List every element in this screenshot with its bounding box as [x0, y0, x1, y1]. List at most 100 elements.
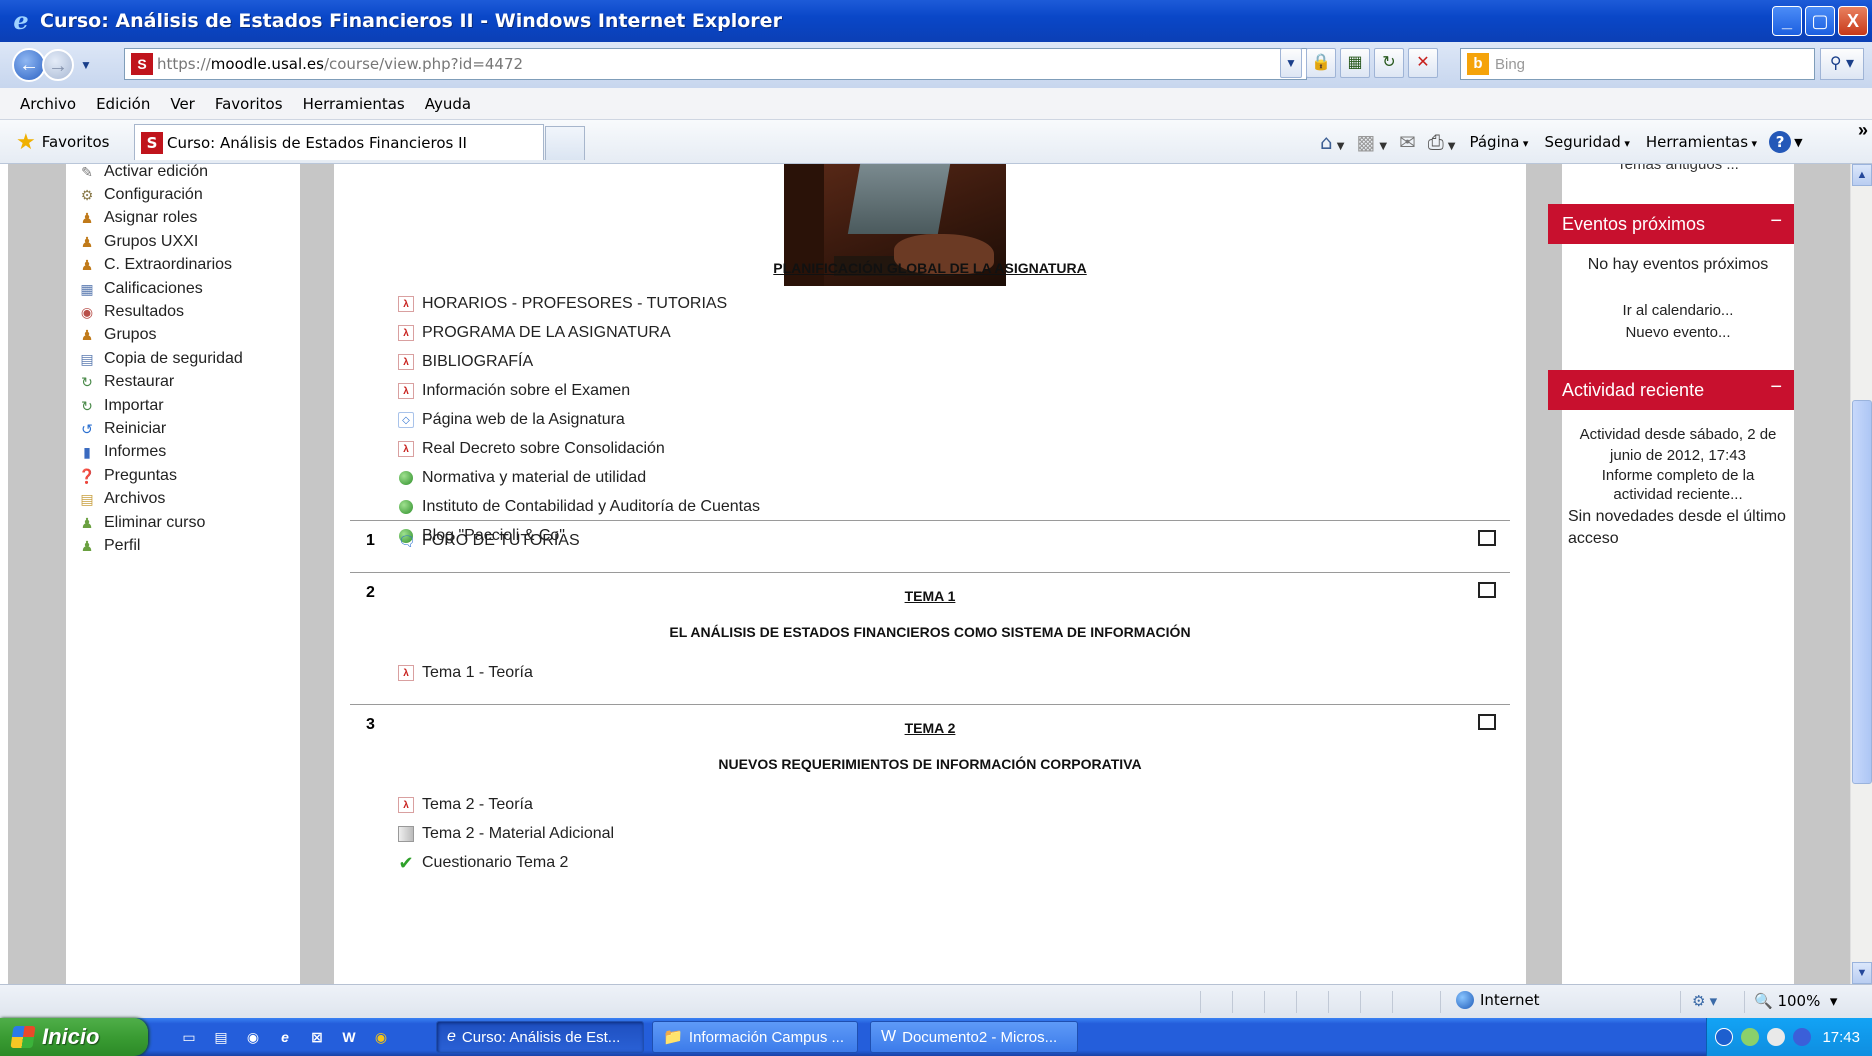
scroll-up-icon[interactable]: ▲	[1852, 164, 1872, 186]
new-tab-button[interactable]	[545, 126, 585, 160]
new-event-link[interactable]: Nuevo evento...	[1562, 324, 1794, 341]
minimize-button[interactable]: _	[1772, 6, 1802, 36]
resource-link[interactable]: HORARIOS - PROFESORES - TUTORIAS	[422, 295, 727, 313]
tray-expand-icon[interactable]	[1715, 1028, 1733, 1046]
planning-title[interactable]: PLANIFICACIÓN GLOBAL DE LA ASIGNATURA	[334, 260, 1526, 276]
list-item[interactable]: λ Información sobre el Examen	[398, 376, 760, 405]
admin-menu-item[interactable]: ▦ Calificaciones	[78, 277, 243, 300]
compatibility-view-icon[interactable]: ▦	[1340, 48, 1370, 78]
help-icon[interactable]: ?	[1769, 131, 1792, 153]
zoom-level[interactable]: 🔍 100% ▾	[1754, 992, 1837, 1010]
address-dropdown-icon[interactable]: ▼	[1280, 48, 1302, 78]
list-item[interactable]: λ HORARIOS - PROFESORES - TUTORIAS	[398, 289, 760, 318]
admin-menu-item[interactable]: ♟ Eliminar curso	[78, 511, 243, 534]
old-topics-link[interactable]: Temas antiguos ...	[1562, 164, 1794, 173]
admin-menu-item[interactable]: ⚙ Configuración	[78, 183, 243, 206]
list-item[interactable]: Normativa y material de utilidad	[398, 463, 760, 492]
list-item[interactable]: λ PROGRAMA DE LA ASIGNATURA	[398, 318, 760, 347]
notepad-icon[interactable]: ▤	[210, 1026, 232, 1048]
network-icon[interactable]	[1741, 1028, 1759, 1046]
admin-menu-item[interactable]: ♟ Grupos	[78, 324, 243, 347]
stop-icon[interactable]: ✕	[1408, 48, 1438, 78]
resource-link[interactable]: Página web de la Asignatura	[422, 411, 625, 429]
forward-button[interactable]: →	[42, 49, 74, 81]
list-item[interactable]: 🗨 FORO DE TUTORÍAS	[398, 526, 580, 555]
resource-link[interactable]: FORO DE TUTORÍAS	[422, 532, 580, 550]
resource-link[interactable]: PROGRAMA DE LA ASIGNATURA	[422, 324, 671, 342]
menu-favoritos[interactable]: Favoritos	[215, 95, 283, 113]
scroll-down-icon[interactable]: ▼	[1852, 962, 1872, 984]
admin-menu-item[interactable]: ↺ Reiniciar	[78, 417, 243, 440]
resource-link[interactable]: Normativa y material de utilidad	[422, 469, 646, 487]
chrome-icon[interactable]: ◉	[370, 1026, 392, 1048]
security-zone[interactable]: Internet	[1456, 991, 1540, 1009]
admin-menu-item[interactable]: ♟ Grupos UXXI	[78, 230, 243, 253]
admin-menu-item[interactable]: ❓ Preguntas	[78, 464, 243, 487]
toolbar-overflow-icon[interactable]: »	[1858, 120, 1868, 141]
address-url[interactable]: https://moodle.usal.es/course/view.php?i…	[157, 55, 523, 73]
resource-link[interactable]: Información sobre el Examen	[422, 382, 630, 400]
search-button[interactable]: ⚲ ▾	[1820, 48, 1864, 80]
admin-menu-item[interactable]: ♟ Perfil	[78, 534, 243, 557]
admin-menu-item[interactable]: ▮ Informes	[78, 441, 243, 464]
calendar-link[interactable]: Ir al calendario...	[1562, 302, 1794, 319]
browser-tab[interactable]: S Curso: Análisis de Estados Financieros…	[134, 124, 544, 160]
tray-app-icon[interactable]	[1767, 1028, 1785, 1046]
resource-link[interactable]: Tema 2 - Material Adicional	[422, 825, 614, 843]
full-report-link[interactable]: Informe completo de la actividad recient…	[1562, 466, 1794, 504]
history-dropdown-icon[interactable]: ▼	[80, 58, 92, 72]
help-dropdown-icon[interactable]: ▼	[1794, 136, 1802, 149]
collapse-icon[interactable]: −	[1770, 376, 1782, 399]
admin-menu-item[interactable]: ↻ Importar	[78, 394, 243, 417]
menu-tools[interactable]: Herramientas	[1646, 133, 1757, 151]
search-input[interactable]: b Bing	[1460, 48, 1815, 80]
admin-menu-item[interactable]: ♟ C. Extraordinarios	[78, 254, 243, 277]
menu-edicion[interactable]: Edición	[96, 95, 150, 113]
resource-link[interactable]: Cuestionario Tema 2	[422, 854, 568, 872]
admin-menu-item[interactable]: ✎ Activar edición	[78, 164, 243, 183]
list-item[interactable]: λ BIBLIOGRAFÍA	[398, 347, 760, 376]
refresh-icon[interactable]: ↻	[1374, 48, 1404, 78]
admin-menu-item[interactable]: ◉ Resultados	[78, 300, 243, 323]
section-highlight-checkbox[interactable]	[1478, 530, 1496, 546]
menu-ver[interactable]: Ver	[170, 95, 195, 113]
list-item[interactable]: λ Tema 1 - Teoría	[398, 658, 533, 687]
maximize-button[interactable]: ▢	[1805, 6, 1835, 36]
menu-herramientas[interactable]: Herramientas	[303, 95, 405, 113]
admin-menu-item[interactable]: ↻ Restaurar	[78, 371, 243, 394]
menu-archivo[interactable]: Archivo	[20, 95, 76, 113]
list-item[interactable]: λ Real Decreto sobre Consolidación	[398, 434, 760, 463]
resource-link[interactable]: Instituto de Contabilidad y Auditoría de…	[422, 498, 760, 516]
protected-mode-icon[interactable]: ⚙ ▾	[1692, 992, 1717, 1010]
show-desktop-icon[interactable]: ▭	[178, 1026, 200, 1048]
admin-menu-item[interactable]: ▤ Copia de seguridad	[78, 347, 242, 370]
lock-icon[interactable]: 🔒	[1306, 48, 1336, 78]
list-item[interactable]: ◇ Página web de la Asignatura	[398, 405, 760, 434]
window-titlebar[interactable]: e Curso: Análisis de Estados Financieros…	[0, 0, 1872, 42]
word-quicklaunch-icon[interactable]: W	[338, 1026, 360, 1048]
taskbar-button-folder[interactable]: 📁 Información Campus ...	[652, 1021, 858, 1053]
favorites-button[interactable]: Favoritos	[42, 133, 110, 151]
list-item[interactable]: ✔ Cuestionario Tema 2	[398, 848, 614, 877]
list-item[interactable]: Instituto de Contabilidad y Auditoría de…	[398, 492, 760, 521]
outlook-icon[interactable]: ◉	[242, 1026, 264, 1048]
back-button[interactable]: ←	[12, 48, 46, 82]
resource-link[interactable]: Tema 2 - Teoría	[422, 796, 533, 814]
favorites-star-icon[interactable]: ★	[16, 129, 36, 155]
excel-icon[interactable]: ⊠	[306, 1026, 328, 1048]
taskbar-button-ie[interactable]: e Curso: Análisis de Est...	[436, 1021, 644, 1053]
section-title[interactable]: TEMA 1	[334, 588, 1526, 604]
home-icon[interactable]: ⌂ ▼	[1320, 130, 1344, 154]
resource-link[interactable]: Real Decreto sobre Consolidación	[422, 440, 665, 458]
admin-menu-item[interactable]: ▤ Archivos	[78, 487, 243, 510]
feeds-icon[interactable]: ▩ ▼	[1356, 130, 1387, 154]
taskbar-button-word[interactable]: W Documento2 - Micros...	[870, 1021, 1078, 1053]
ie-quicklaunch-icon[interactable]: e	[274, 1026, 296, 1048]
print-icon[interactable]: ⎙ ▼	[1428, 130, 1456, 154]
menu-ayuda[interactable]: Ayuda	[425, 95, 471, 113]
resource-link[interactable]: BIBLIOGRAFÍA	[422, 353, 533, 371]
vertical-scrollbar[interactable]: ▲ ▼	[1850, 164, 1872, 984]
collapse-icon[interactable]: −	[1770, 210, 1782, 233]
menu-security[interactable]: Seguridad	[1544, 133, 1629, 151]
start-button[interactable]: Inicio	[0, 1018, 148, 1056]
